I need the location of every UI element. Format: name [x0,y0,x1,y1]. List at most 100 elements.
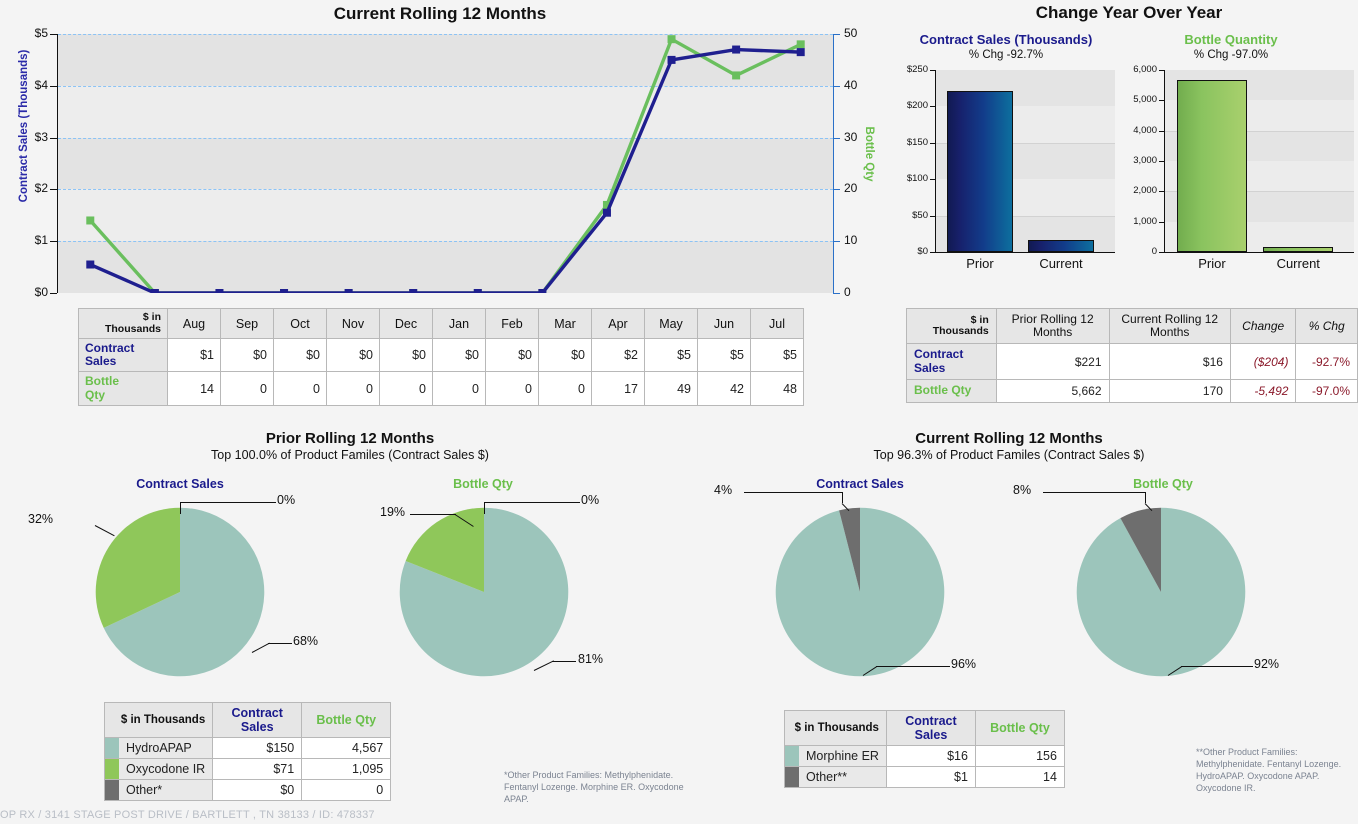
bar-y-axis [1164,70,1165,252]
yoy-qty-pct-chg: % Chg -97.0% [1125,49,1337,61]
bar-x-axis [935,252,1115,253]
yoy-table-corner: $ in Thousands [907,309,997,344]
month-row-label: ContractSales [79,339,168,372]
yoy-header-current: Current Rolling 12 Months [1109,309,1230,344]
product-family-name: Other** [799,767,886,788]
bar-x-label-prior: Prior [937,256,1023,271]
table-row: HydroAPAP$1504,567 [105,738,391,759]
prior-qty-pct-1: 19% [380,505,405,519]
yoy-header-prior-l2: Months [1004,326,1102,339]
change-year-over-year-panel: Change Year Over Year Contract Sales (Th… [900,0,1358,306]
bar-y-tick: 0 [1122,246,1157,257]
current-sales-pct-0: 4% [714,483,732,497]
prior-qty-leader-2b [552,661,576,662]
bar-y-axis [935,70,936,252]
month-cell: 17 [592,372,645,405]
current-contract-sales-pie-title: Contract Sales [760,477,960,491]
line-chart-left-axis [57,34,58,293]
yoy-cell-pct: -97.0% [1296,379,1358,402]
prior-sales-pct-0: 0% [277,493,295,507]
current-section-title: Current Rolling 12 Months [660,430,1358,447]
yoy-cell-pct: -92.7% [1296,344,1358,379]
bar-x-label-current: Current [1018,256,1104,271]
current-qty-leader-0-stem [1145,492,1146,503]
prior-table-col-sales: Contract Sales [213,703,302,738]
line-chart-title: Current Rolling 12 Months [0,4,880,24]
yoy-cell-prior: $221 [996,344,1109,379]
prior-footnote: *Other Product Families: Methylphenidate… [504,769,689,805]
month-header-aug: Aug [168,309,221,339]
prior-qty-leader-0 [484,502,580,503]
bar-y-tickmark [1159,131,1164,132]
line-chart-right-axis [833,34,834,293]
yoy-sales-chart-title: Contract Sales (Thousands) [900,32,1112,47]
yoy-title: Change Year Over Year [900,3,1358,23]
bar-y-tick: 1,000 [1122,216,1157,227]
bar-y-tickmark [1159,222,1164,223]
line-chart-y2-tickmark [833,34,840,35]
line-chart-y-tick: $1 [4,233,48,247]
product-family-name: HydroAPAP [119,738,213,759]
month-cell: $0 [380,339,433,372]
row-label-line-2: Sales [85,355,161,368]
yoy-bottle-quantity-bar-chart: 6,0005,0004,0003,0002,0001,0000PriorCurr… [1122,70,1358,275]
line-chart-y2-tickmark [833,138,840,139]
month-header-jun: Jun [698,309,751,339]
legend-swatch [105,780,120,801]
yoy-contract-sales-bar-chart: $250$200$150$100$50$0PriorCurrent [900,70,1115,275]
current-table-corner: $ in Thousands [785,711,887,746]
prior-qty-pct-2: 81% [578,652,603,666]
current-sales-leader-0 [744,492,842,493]
current-table-col-qty: Bottle Qty [975,711,1064,746]
table-row: Other**$114 [785,767,1065,788]
month-cell: 0 [433,372,486,405]
month-header-oct: Oct [274,309,327,339]
yoy-header-change: Change [1230,309,1296,344]
corner-line-2: Thousands [85,324,161,336]
prior-qty-leader-1b [410,514,456,515]
line-chart-y2-tick: 30 [844,130,884,144]
bar-y-tickmark [1159,191,1164,192]
month-cell: $0 [327,339,380,372]
legend-swatch [105,759,120,780]
month-cell: $5 [751,339,804,372]
line-chart-y-tick: $4 [4,78,48,92]
bar-y-tickmark [1159,70,1164,71]
current-footnote: **Other Product Families: Methylphenidat… [1196,746,1356,795]
row-label-line-1: Contract [914,348,989,361]
current-sales-pct-1: 96% [951,657,976,671]
bar-y-tickmark [1159,161,1164,162]
line-chart-plot-area [58,34,833,293]
rolling-12-months-line-chart: Current Rolling 12 Months Contract Sales… [0,0,880,306]
legend-swatch [785,746,800,767]
product-family-name: Morphine ER [799,746,886,767]
row-label-line-1: Bottle Qty [914,384,989,397]
current-table-header-row: $ in Thousands Contract Sales Bottle Qty [785,711,1065,746]
dashboard-page: Current Rolling 12 Months Contract Sales… [0,0,1358,824]
line-chart-y2-tick: 10 [844,233,884,247]
product-bottle-qty: 156 [975,746,1064,767]
yoy-row-label: Bottle Qty [907,379,997,402]
yoy-table-body: ContractSales$221$16($204)-92.7%Bottle Q… [907,344,1358,402]
yoy-cell-change: ($204) [1230,344,1296,379]
product-family-name: Oxycodone IR [119,759,213,780]
line-chart-y-tickmark [50,293,57,294]
line-chart-y2-tickmark [833,241,840,242]
yoy-header-pct: % Chg [1296,309,1358,344]
bar-y-tick: $200 [900,100,928,111]
month-cell: $0 [539,339,592,372]
product-contract-sales: $71 [213,759,302,780]
bar-y-tick: 4,000 [1122,125,1157,136]
table-row: Bottle Qty5,662170-5,492-97.0% [907,379,1358,402]
month-cell: 42 [698,372,751,405]
product-bottle-qty: 14 [975,767,1064,788]
yoy-header-prior: Prior Rolling 12 Months [996,309,1109,344]
yoy-cell-prior: 5,662 [996,379,1109,402]
prior-table-body: HydroAPAP$1504,567Oxycodone IR$711,095Ot… [105,738,391,801]
month-cell: 49 [645,372,698,405]
prior-sales-leader-2b [268,643,292,644]
line-chart-y-tickmark [50,86,57,87]
current-sales-leader-1b [876,666,950,667]
bar-y-tick: 3,000 [1122,155,1157,166]
month-header-jul: Jul [751,309,804,339]
